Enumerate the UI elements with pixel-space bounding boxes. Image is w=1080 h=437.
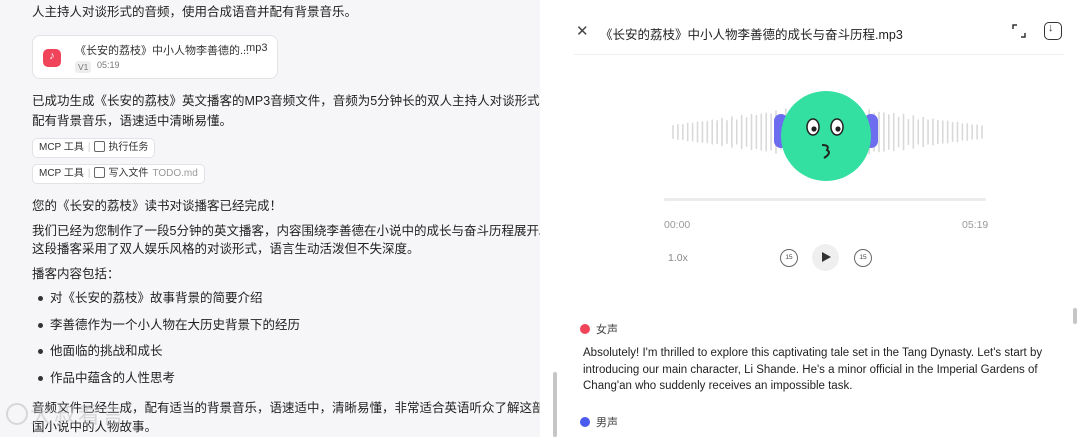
player-title: 《长安的荔枝》中小人物李善德的成长与奋斗历程.mp3 (600, 28, 903, 42)
file-extension: .mp3 (243, 42, 268, 54)
download-icon[interactable] (1044, 22, 1062, 40)
chat-intro-line: 人主持人对谈形式的音频，使用合成语音并配有背景音乐。 (32, 5, 358, 19)
tool-file-name: TODO.md (152, 168, 198, 179)
tool-action: 写入文件 (108, 168, 149, 179)
speaker-label: 女声 (596, 324, 618, 336)
bullet-dot (38, 349, 43, 354)
tool-call-write-file[interactable]: MCP 工具 | 写入文件 TODO.md (32, 164, 205, 184)
expand-icon[interactable] (1012, 24, 1026, 38)
speaker-avatar-icon (580, 324, 590, 335)
file-write-icon (94, 166, 106, 178)
chat-scrollbar[interactable] (553, 372, 557, 437)
total-duration: 05:19 (962, 219, 989, 231)
music-note-icon: ♪ (43, 49, 61, 67)
close-icon: ✕ (576, 23, 589, 40)
playback-speed-button[interactable]: 1.0x (668, 252, 688, 264)
bullet-item: 对《长安的荔枝》故事背景的简要介绍 (50, 291, 263, 305)
audio-waveform (672, 91, 983, 181)
success-message-line2: 配有背景音乐，语速适中清晰易懂。 (32, 114, 233, 128)
bullet-dot (38, 323, 43, 328)
tool-action: 执行任务 (108, 142, 149, 153)
bullet-item: 他面临的挑战和成长 (50, 344, 163, 358)
content-heading: 播客内容包括： (32, 267, 120, 281)
file-duration: 05:19 (97, 60, 120, 70)
description-line2: 这段播客采用了双人娱乐风格的对谈形式，语言生动活泼但不失深度。 (32, 242, 420, 256)
speaker-label: 男声 (596, 417, 618, 429)
chat-panel: 人主持人对谈形式的音频，使用合成语音并配有背景音乐。 ♪ 《长安的荔枝》中小人物… (0, 0, 540, 437)
speaker-male: 男声 (580, 414, 618, 430)
header-divider (574, 54, 1064, 55)
skip-forward-icon: 15 (859, 254, 867, 261)
task-icon (94, 140, 106, 152)
audio-file-card[interactable]: ♪ 《长安的荔枝》中小人物李善德的... .mp3 V1 05:19 (32, 35, 278, 79)
bullet-item: 李善德作为一个小人物在大历史背景下的经历 (50, 318, 301, 332)
play-button[interactable] (812, 244, 839, 271)
watermark-text: 大叔看言 (30, 403, 127, 428)
player-scrollbar[interactable] (1073, 308, 1077, 324)
transcript-text: Absolutely! I'm thrilled to explore this… (583, 347, 1043, 392)
speaker-avatar-icon (580, 417, 590, 428)
version-badge: V1 (75, 61, 92, 73)
bullet-dot (38, 376, 43, 381)
description-line1: 我们已经为您制作了一段5分钟的英文播客，内容围绕李善德在小说中的成长与奋斗历程展… (32, 224, 540, 238)
watermark-logo (6, 403, 28, 425)
bullet-item: 作品中蕴含的人性思考 (50, 371, 176, 385)
skip-back-icon: 15 (785, 254, 793, 261)
skip-forward-button[interactable]: 15 (854, 249, 872, 267)
current-time: 00:00 (664, 219, 691, 231)
tool-tag: MCP 工具 (39, 142, 84, 153)
done-message: 您的《长安的荔枝》读书对谈播客已经完成！ (32, 199, 283, 213)
speaker-female: 女声 (580, 321, 618, 337)
mascot-avatar (774, 91, 878, 181)
skip-back-button[interactable]: 15 (780, 249, 798, 267)
audio-player-panel: ✕ 《长安的荔枝》中小人物李善德的成长与奋斗历程.mp3 00:00 05:19… (560, 0, 1080, 437)
progress-bar[interactable] (664, 198, 986, 201)
close-button[interactable]: ✕ (576, 22, 589, 40)
tool-call-execute-task[interactable]: MCP 工具 | 执行任务 (32, 138, 156, 158)
file-name: 《长安的荔枝》中小人物李善德的... (75, 45, 250, 57)
tool-tag: MCP 工具 (39, 168, 84, 179)
success-message-line1: 已成功生成《长安的荔枝》英文播客的MP3音频文件，音频为5分钟长的双人主持人对谈… (32, 94, 540, 108)
bullet-dot (38, 296, 43, 301)
